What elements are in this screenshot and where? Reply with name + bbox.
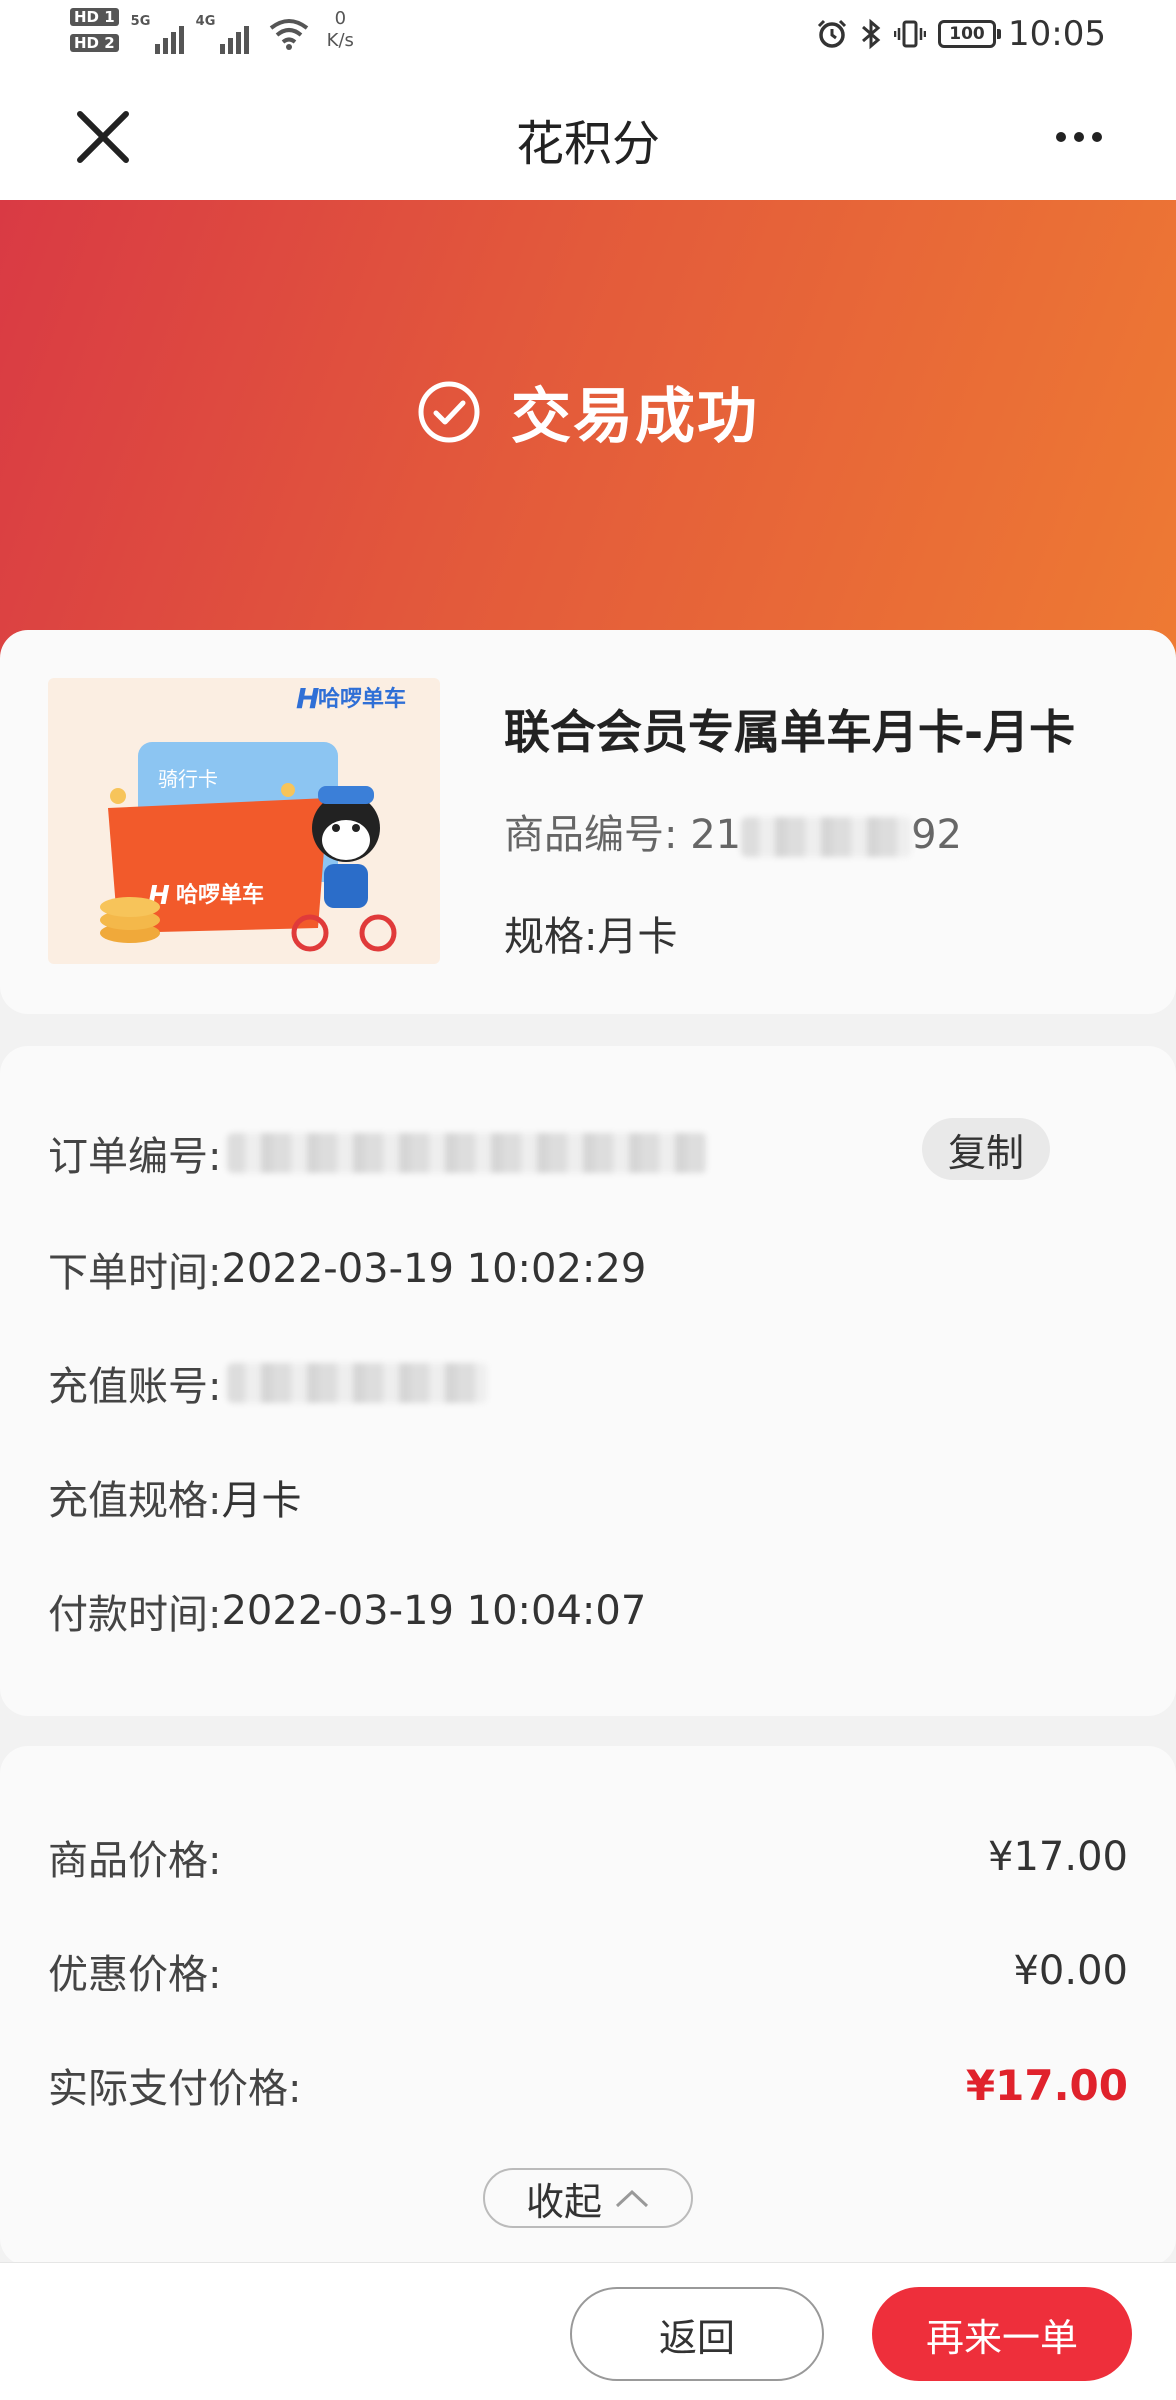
- wifi-icon: [269, 19, 308, 50]
- nav-header: 花积分: [0, 72, 1176, 200]
- more-dot-icon: [1092, 132, 1102, 142]
- alarm-icon: [817, 19, 847, 48]
- discount-value: ¥0.00: [1013, 1948, 1128, 1994]
- status-time: 10:05: [1008, 14, 1106, 54]
- product-code: 商品编号: 21 92: [504, 812, 963, 858]
- sim2-badge: HD 2: [70, 34, 119, 52]
- order-info-card: 订单编号: 复制 下单时间: 2022-03-19 10:02:29 充值账号:…: [0, 1046, 1176, 1716]
- check-circle-icon: [418, 381, 480, 442]
- net-speed: 0 K/s: [326, 8, 354, 51]
- battery-icon: 100: [938, 20, 1002, 48]
- success-status: 交易成功: [0, 368, 1176, 455]
- product-illustration: 哈啰单车 H 骑行卡 哈啰单车 H: [100, 682, 406, 952]
- more-button[interactable]: [1044, 112, 1114, 162]
- redacted-code: [741, 817, 912, 857]
- redacted-account: [227, 1363, 488, 1403]
- network-gen-2: 4G: [195, 14, 216, 29]
- brand-logo-text: 哈啰单车: [318, 686, 406, 712]
- more-dot-icon: [1056, 132, 1066, 142]
- goods-price-row: 商品价格: ¥17.00: [48, 1834, 1128, 1884]
- reorder-button[interactable]: 再来一单: [872, 2287, 1132, 2381]
- page-title: 花积分: [515, 116, 660, 172]
- signal-icon-2: 4G: [195, 8, 249, 54]
- paid-price-value: ¥17.00: [965, 2060, 1128, 2110]
- product-spec: 规格:月卡: [504, 914, 678, 960]
- success-text: 交易成功: [511, 382, 759, 452]
- back-button[interactable]: 返回: [570, 2287, 824, 2381]
- paid-price-row: 实际支付价格: ¥17.00: [48, 2060, 1128, 2113]
- ride-card-label: 骑行卡: [158, 767, 218, 791]
- status-right: 100 10:05: [816, 14, 1106, 54]
- sim1-badge: HD 1: [70, 8, 119, 26]
- product-card[interactable]: 哈啰单车 H 骑行卡 哈啰单车 H 联合会员专属单车月卡-月卡 商品编号: 21…: [0, 630, 1176, 1014]
- svg-text:H: H: [296, 682, 319, 715]
- order-number-row: 订单编号:: [48, 1124, 708, 1182]
- bluetooth-icon: [862, 18, 881, 50]
- network-gen-1: 5G: [130, 14, 151, 29]
- collapse-button[interactable]: 收起: [483, 2168, 693, 2228]
- signal-icon: 5G: [130, 8, 184, 54]
- product-thumbnail: 哈啰单车 H 骑行卡 哈啰单车 H: [48, 678, 440, 964]
- svg-text:哈啰单车: 哈啰单车: [176, 882, 264, 908]
- discount-row: 优惠价格: ¥0.00: [48, 1948, 1128, 1998]
- status-banner: 交易成功: [0, 200, 1176, 660]
- more-dot-icon: [1074, 132, 1084, 142]
- pay-time-row: 付款时间: 2022-03-19 10:04:07: [48, 1588, 647, 1638]
- status-bar: HD 1 HD 2 5G 4G 0 K/s 100 10:05: [0, 0, 1176, 72]
- chevron-up-icon: [615, 2189, 649, 2208]
- bottom-action-bar: 返回 再来一单: [0, 2262, 1176, 2400]
- product-title: 联合会员专属单车月卡-月卡: [504, 705, 1076, 759]
- status-left: HD 1 HD 2 5G 4G 0 K/s: [70, 8, 354, 54]
- copy-button[interactable]: 复制: [922, 1118, 1050, 1180]
- account-row: 充值账号:: [48, 1354, 488, 1412]
- price-card: 商品价格: ¥17.00 优惠价格: ¥0.00 实际支付价格: ¥17.00 …: [0, 1746, 1176, 2266]
- order-time-row: 下单时间: 2022-03-19 10:02:29: [48, 1246, 647, 1296]
- recharge-spec-row: 充值规格: 月卡: [48, 1478, 302, 1524]
- redacted-order-number: [227, 1133, 708, 1173]
- goods-price-value: ¥17.00: [988, 1834, 1128, 1880]
- vibrate-icon: [894, 20, 927, 48]
